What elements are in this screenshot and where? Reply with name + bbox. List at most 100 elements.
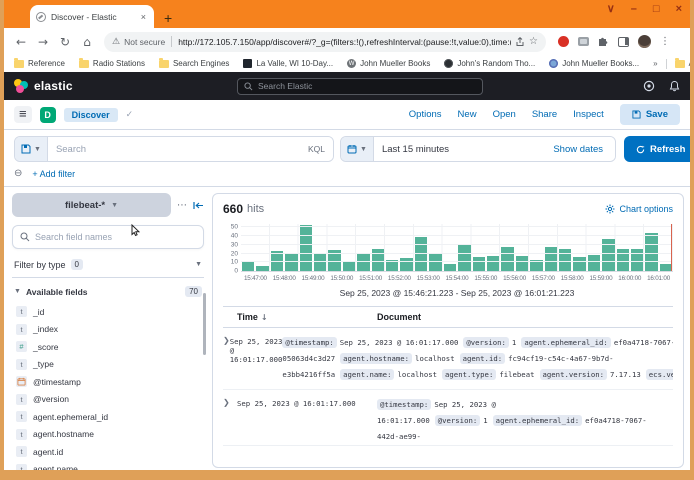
hits-label: hits — [247, 203, 264, 215]
maximize-button[interactable]: □ — [653, 4, 660, 15]
field-item[interactable]: @timestamp — [12, 373, 204, 391]
histogram-plot[interactable]: 01020304050 — [241, 224, 673, 272]
doc-field-name: agent.hostname: — [340, 353, 412, 364]
side-panel-icon[interactable] — [618, 37, 629, 47]
time-column-header[interactable]: Time ↓ — [237, 312, 377, 322]
sort-descending-icon[interactable]: ↓ — [261, 313, 268, 322]
not-secure-warning-icon[interactable]: ⚠ — [112, 37, 120, 47]
field-item[interactable]: t_index — [12, 321, 204, 339]
field-item[interactable]: t_id — [12, 303, 204, 321]
filter-by-type-button[interactable]: Filter by type 0 ▼ — [12, 256, 204, 278]
globe-icon — [444, 59, 453, 68]
bookmarks-list: Reference Radio Stations Search Engines La … — [14, 59, 639, 68]
bookmark-item[interactable]: WJohn Mueller Books — [347, 59, 430, 68]
menu-hamburger-icon[interactable]: ≡ — [14, 106, 32, 123]
minimize-button[interactable]: – — [631, 4, 637, 15]
field-item[interactable]: tagent.name — [12, 461, 204, 479]
histogram-bar — [357, 254, 369, 271]
disable-filters-icon[interactable]: ⊖ — [14, 168, 22, 179]
cloud-status-icon[interactable] — [643, 80, 655, 92]
share-button[interactable]: Share — [532, 109, 557, 120]
bookmark-item[interactable]: Reference — [14, 59, 65, 68]
all-bookmarks-button[interactable]: All Bookmarks — [675, 59, 694, 68]
share-icon[interactable] — [515, 37, 525, 47]
expand-row-icon[interactable]: ❯ — [223, 397, 237, 439]
newsfeed-bell-icon[interactable] — [669, 80, 680, 92]
adblock-extension-icon[interactable] — [558, 36, 569, 47]
add-filter-button[interactable]: + Add filter — [32, 169, 75, 179]
breadcrumb-discover[interactable]: Discover — [64, 108, 118, 122]
histogram-bar — [516, 256, 528, 271]
field-item[interactable]: t_type — [12, 356, 204, 374]
bookmark-label: Reference — [28, 59, 65, 68]
date-field-icon — [16, 376, 27, 387]
close-button[interactable]: × — [676, 4, 682, 15]
chart-options-button[interactable]: Chart options — [605, 204, 673, 214]
sidebar-scrollbar[interactable] — [203, 293, 206, 355]
chrome-menu-icon[interactable]: ⋮ — [660, 36, 670, 47]
elastic-brand: elastic — [34, 79, 73, 93]
elastic-logo-icon[interactable] — [14, 79, 28, 93]
y-axis-tick: 10 — [231, 259, 238, 266]
string-field-icon: t — [16, 464, 27, 475]
string-field-icon: t — [16, 324, 27, 335]
time-range-control[interactable]: Last 15 minutes Show dates — [374, 137, 615, 161]
search-icon — [20, 232, 30, 242]
new-button[interactable]: New — [458, 109, 477, 120]
forward-icon[interactable]: → — [34, 35, 52, 49]
profile-avatar[interactable] — [638, 35, 651, 48]
home-icon[interactable]: ⌂ — [78, 35, 96, 49]
expand-row-icon[interactable]: ❯ — [223, 335, 230, 383]
browser-tab[interactable]: Discover - Elastic × — [30, 5, 154, 28]
open-button[interactable]: Open — [493, 109, 516, 120]
tab-search-icon[interactable]: ∨ — [607, 4, 615, 15]
field-item[interactable]: #_score — [12, 338, 204, 356]
field-item[interactable]: tagent.ephemeral_id — [12, 408, 204, 426]
bookmark-item[interactable]: John's Random Tho... — [444, 59, 535, 68]
refresh-button[interactable]: Refresh — [624, 136, 694, 162]
histogram-bar — [458, 245, 470, 271]
time-range-value[interactable]: Last 15 minutes — [382, 144, 449, 155]
bookmark-item[interactable]: Radio Stations — [79, 59, 145, 68]
index-options-icon[interactable]: ⋯ — [177, 200, 187, 211]
extensions-puzzle-icon[interactable] — [598, 36, 609, 47]
url-text[interactable]: http://172.105.7.150/app/discover#/?_g=(… — [178, 37, 511, 47]
kql-label[interactable]: KQL — [300, 144, 325, 154]
x-axis-tick: 15:49:00 — [302, 275, 325, 282]
quick-select-time-button[interactable]: ▼ — [341, 137, 374, 161]
bookmark-label: La Valle, WI 10-Day... — [256, 59, 333, 68]
space-avatar[interactable]: D — [40, 107, 56, 123]
inspect-button[interactable]: Inspect — [573, 109, 604, 120]
collapse-sidebar-icon[interactable] — [193, 201, 204, 210]
current-time-marker — [671, 224, 673, 271]
options-button[interactable]: Options — [409, 109, 442, 120]
back-icon[interactable]: ← — [12, 35, 30, 49]
hits-histogram[interactable]: 01020304050 15:47:0015:48:0015:49:0015:5… — [223, 224, 673, 298]
histogram-bar — [300, 225, 312, 271]
bookmark-item[interactable]: La Valle, WI 10-Day... — [243, 59, 333, 68]
address-bar[interactable]: ⚠ Not secure http://172.105.7.150/app/di… — [104, 32, 546, 52]
field-search-input[interactable]: Search field names — [12, 225, 204, 249]
bookmark-item[interactable]: John Mueller Books... — [549, 59, 639, 68]
available-fields-header[interactable]: ▼ Available fields 70 — [12, 286, 204, 297]
field-item[interactable]: tagent.id — [12, 443, 204, 461]
tab-close-icon[interactable]: × — [139, 12, 148, 22]
index-pattern-select[interactable]: filebeat-* ▼ — [12, 193, 171, 217]
refresh-icon — [636, 145, 645, 154]
search-query-input[interactable]: Search KQL — [48, 137, 333, 161]
results-panel: 660 hits Chart options 01020304050 15:47… — [212, 193, 684, 468]
field-item[interactable]: tagent.hostname — [12, 426, 204, 444]
reload-icon[interactable]: ↻ — [56, 35, 74, 49]
bookmark-item[interactable]: Search Engines — [159, 59, 229, 68]
saved-queries-button[interactable]: ▼ — [15, 137, 48, 161]
x-axis-tick: 15:56:00 — [503, 275, 526, 282]
field-item[interactable]: t@version — [12, 391, 204, 409]
new-tab-button[interactable]: + — [164, 11, 172, 25]
bookmarks-overflow-chevron[interactable]: » — [653, 59, 657, 68]
bookmark-star-icon[interactable]: ☆ — [529, 36, 538, 47]
global-search-input[interactable]: Search Elastic — [237, 78, 483, 95]
show-dates-button[interactable]: Show dates — [553, 144, 607, 155]
save-button[interactable]: Save — [620, 104, 680, 125]
row-time: Sep 25, 2023 @ 16:01:17.000 — [237, 397, 377, 439]
screenshot-extension-icon[interactable] — [578, 37, 589, 46]
